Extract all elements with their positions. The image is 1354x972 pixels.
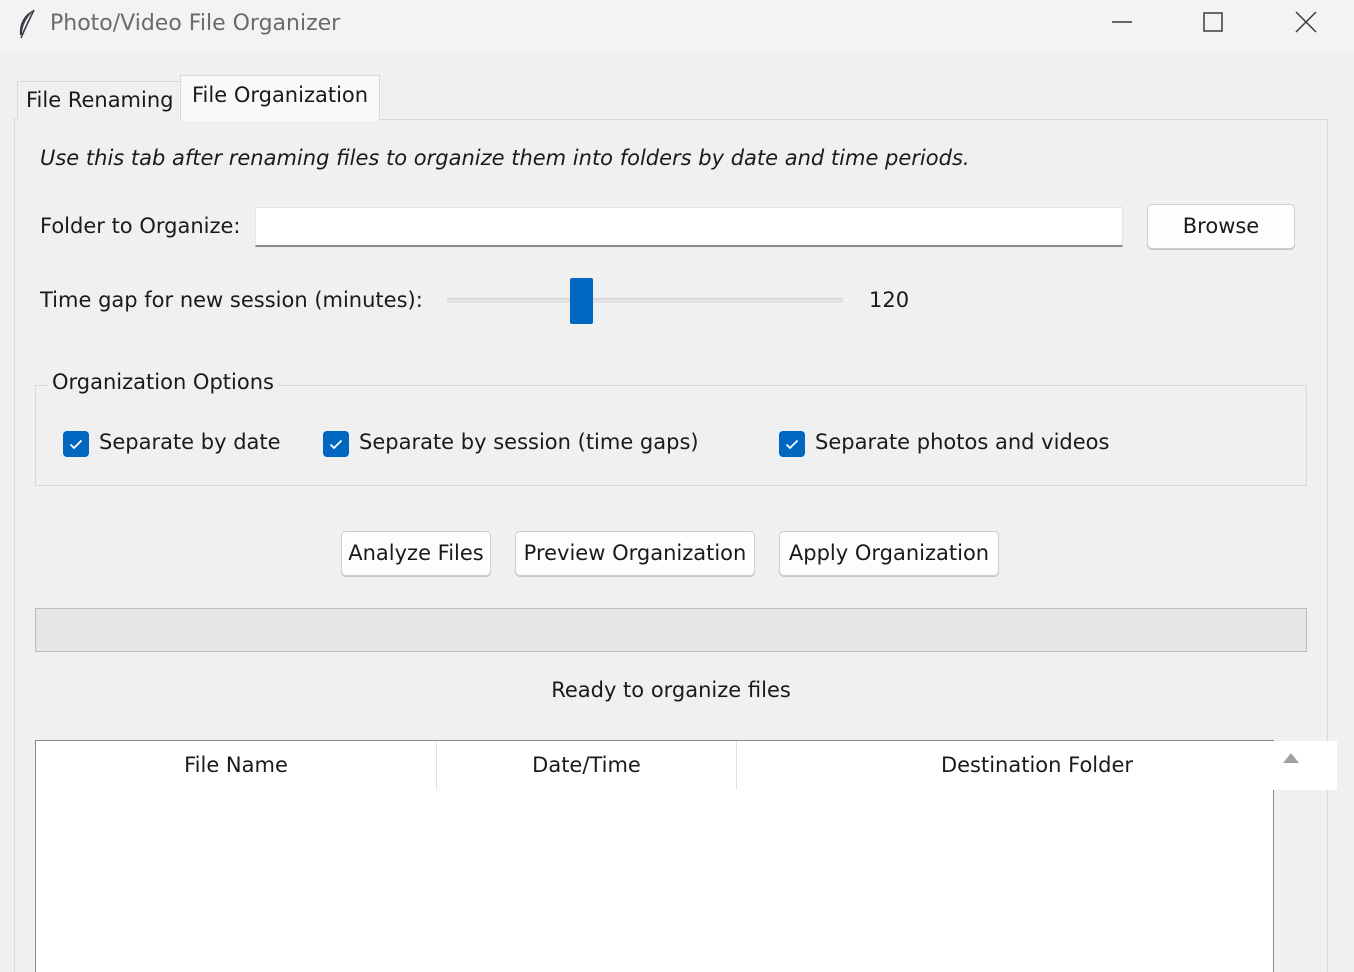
tab-file-organization[interactable]: File Organization bbox=[180, 75, 380, 121]
analyze-files-button[interactable]: Analyze Files bbox=[341, 531, 491, 576]
feather-icon bbox=[19, 9, 35, 39]
separate-by-session-checkbox[interactable] bbox=[323, 431, 349, 457]
separate-by-date-checkbox[interactable] bbox=[63, 431, 89, 457]
time-gap-slider-track[interactable] bbox=[447, 298, 843, 303]
table-header: File Name Date/Time Destination Folder bbox=[36, 741, 1337, 790]
separate-photos-videos-label[interactable]: Separate photos and videos bbox=[815, 430, 1109, 454]
tab-description: Use this tab after renaming files to org… bbox=[40, 146, 970, 170]
column-header-file-name[interactable]: File Name bbox=[36, 741, 436, 790]
close-button[interactable] bbox=[1260, 0, 1352, 46]
scroll-up-arrow-icon[interactable] bbox=[1282, 751, 1300, 765]
time-gap-label: Time gap for new session (minutes): bbox=[40, 288, 423, 312]
column-header-destination-folder[interactable]: Destination Folder bbox=[737, 741, 1337, 790]
time-gap-slider-thumb[interactable] bbox=[570, 278, 593, 324]
tab-file-renaming[interactable]: File Renaming bbox=[17, 81, 181, 120]
checkmark-icon bbox=[329, 439, 343, 450]
separate-by-session-label[interactable]: Separate by session (time gaps) bbox=[359, 430, 699, 454]
time-gap-value: 120 bbox=[869, 288, 910, 312]
folder-label: Folder to Organize: bbox=[40, 214, 241, 238]
separate-by-date-label[interactable]: Separate by date bbox=[99, 430, 281, 454]
apply-organization-button[interactable]: Apply Organization bbox=[779, 531, 999, 576]
checkmark-icon bbox=[785, 439, 799, 450]
folder-input[interactable] bbox=[255, 207, 1123, 247]
maximize-icon bbox=[1203, 12, 1223, 32]
window-title: Photo/Video File Organizer bbox=[50, 11, 341, 36]
status-text: Ready to organize files bbox=[551, 678, 791, 702]
app-window: Photo/Video File Organizer File Renaming… bbox=[0, 0, 1354, 972]
maximize-button[interactable] bbox=[1168, 0, 1260, 46]
close-icon bbox=[1295, 11, 1317, 33]
organization-options-title: Organization Options bbox=[48, 370, 278, 394]
column-header-date-time[interactable]: Date/Time bbox=[437, 741, 736, 790]
results-table[interactable]: File Name Date/Time Destination Folder bbox=[35, 740, 1337, 972]
preview-organization-button[interactable]: Preview Organization bbox=[515, 531, 755, 576]
checkmark-icon bbox=[69, 439, 83, 450]
browse-button[interactable]: Browse bbox=[1147, 204, 1295, 249]
title-bar: Photo/Video File Organizer bbox=[0, 0, 1354, 52]
separate-photos-videos-checkbox[interactable] bbox=[779, 431, 805, 457]
progress-bar bbox=[35, 608, 1307, 652]
minimize-icon bbox=[1112, 21, 1132, 23]
minimize-button[interactable] bbox=[1076, 0, 1168, 46]
